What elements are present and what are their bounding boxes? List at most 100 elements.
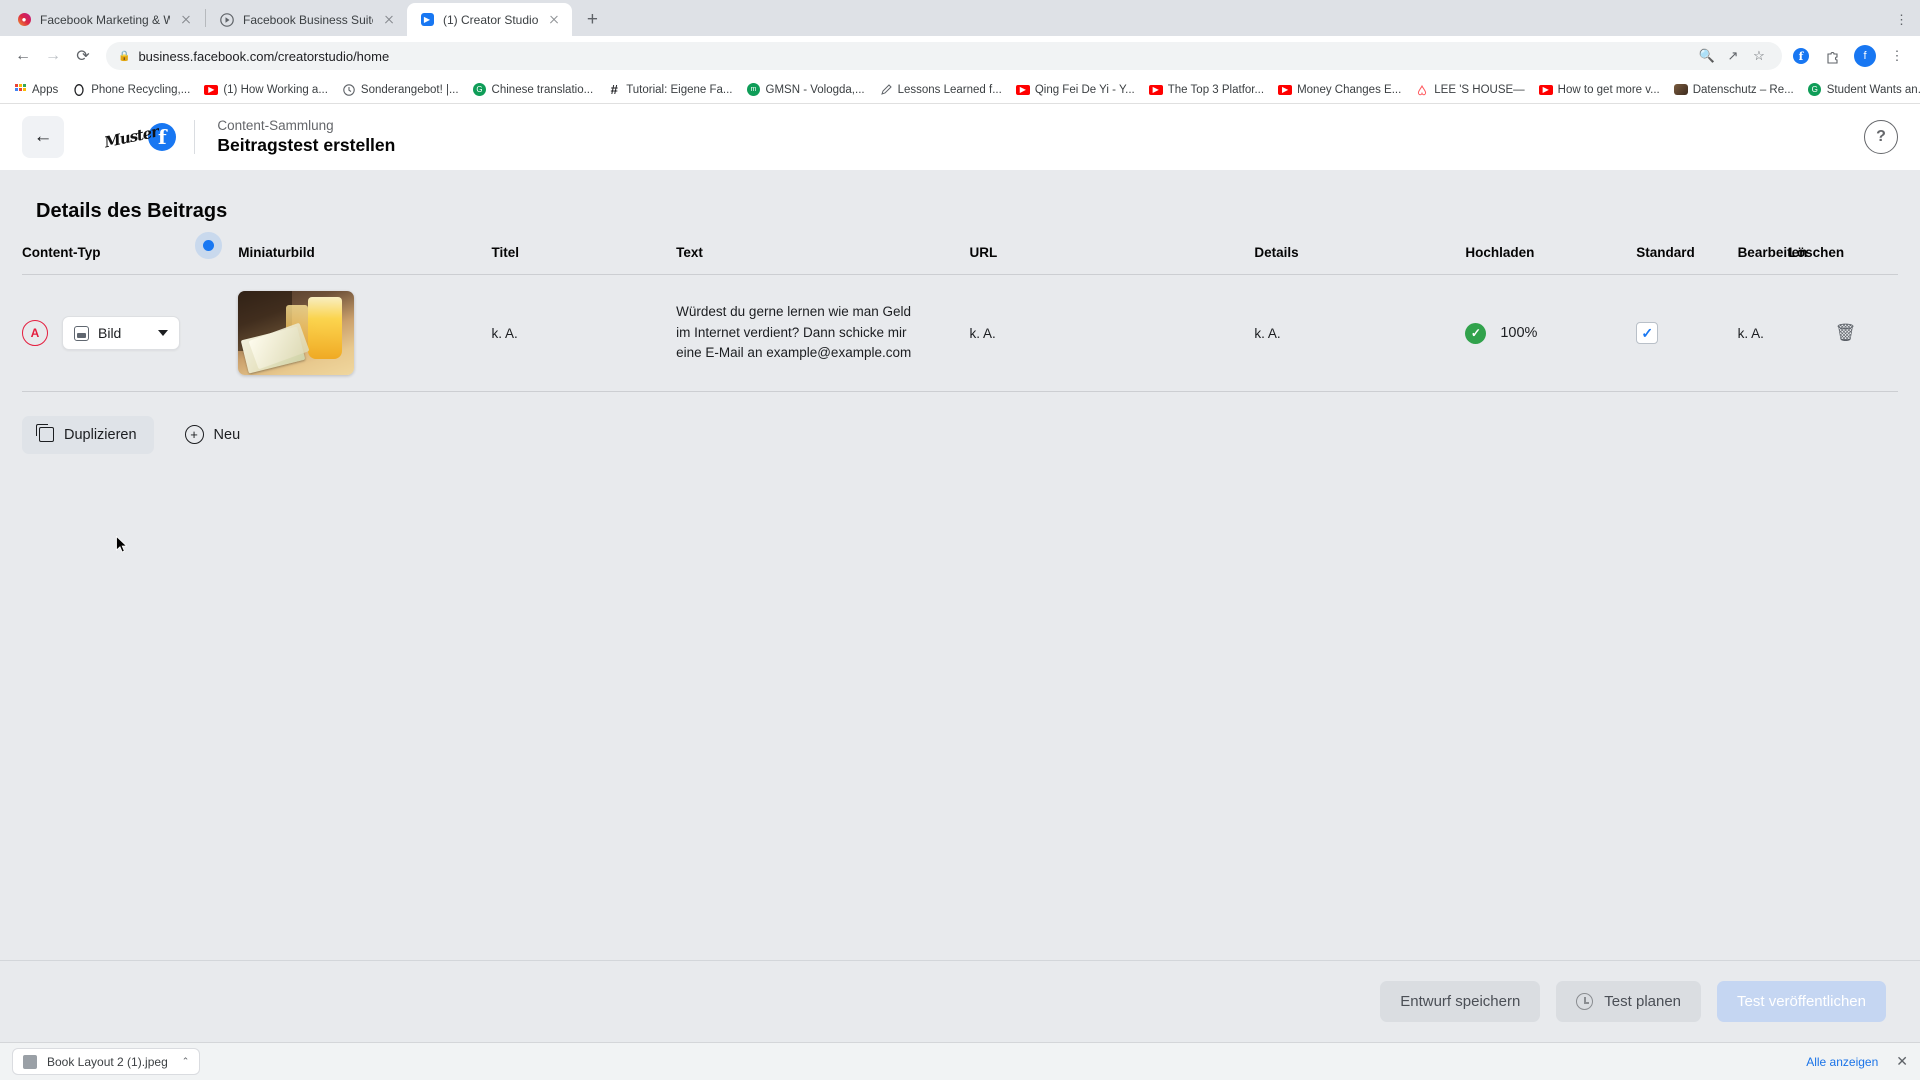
browser-tab-title: Facebook Business Suite (243, 12, 373, 27)
column-header-standard[interactable]: Standard (1636, 245, 1737, 275)
duplizieren-button[interactable]: Duplizieren (22, 415, 154, 454)
facebook-extension-icon[interactable]: f (1790, 45, 1812, 67)
cell-titel: k. A. (491, 325, 518, 341)
download-file-name: Book Layout 2 (1).jpeg (47, 1054, 168, 1069)
close-icon[interactable]: ✕ (1896, 1053, 1908, 1070)
test-planen-button[interactable]: Test planen (1556, 981, 1702, 1022)
browser-tab-3[interactable]: ▶ (1) Creator Studio (407, 3, 573, 36)
duplizieren-label: Duplizieren (64, 426, 137, 443)
url-text: business.facebook.com/creatorstudio/home (138, 48, 390, 64)
cell-miniaturbild (238, 275, 491, 392)
close-icon[interactable] (178, 12, 194, 28)
star-icon[interactable]: ☆ (1748, 45, 1770, 67)
column-resize-indicator[interactable] (203, 240, 214, 251)
bookmark-item[interactable]: Datenschutz – Re... (1667, 80, 1801, 100)
back-icon[interactable]: ← (8, 41, 38, 71)
bookmark-item[interactable]: LEE 'S HOUSE— (1408, 80, 1531, 100)
zoom-icon[interactable]: 🔍 (1696, 45, 1718, 67)
upload-status: ✓ 100% (1465, 322, 1636, 344)
chevron-up-icon[interactable]: ⌃ (182, 1056, 190, 1067)
column-header-details[interactable]: Details (1254, 245, 1465, 275)
bookmarks-bar: Apps Phone Recycling,... ▶ (1) How Worki… (0, 76, 1920, 104)
lock-icon: 🔒 (118, 50, 131, 62)
thumbnail-image[interactable] (238, 291, 355, 375)
chrome-profile-avatar[interactable]: f (1854, 45, 1876, 67)
cell-hochladen: ✓ 100% (1465, 275, 1636, 392)
column-header-text[interactable]: Text (676, 245, 969, 275)
browser-tab-1[interactable]: ● Facebook Marketing & Werbea (4, 3, 204, 36)
bookmark-label: Apps (32, 83, 59, 96)
bookmark-label: Sonderangebot! |... (360, 83, 459, 96)
bookmark-item[interactable]: ▶ How to get more v... (1532, 80, 1667, 100)
business-suite-icon (219, 12, 235, 28)
bookmark-item[interactable]: Sonderangebot! |... (335, 80, 466, 100)
content-type-select[interactable]: Bild (62, 316, 180, 350)
address-bar[interactable]: 🔒 business.facebook.com/creatorstudio/ho… (106, 42, 1782, 70)
bookmark-item[interactable]: Phone Recycling,... (65, 80, 197, 100)
column-header-hochladen[interactable]: Hochladen (1465, 245, 1636, 275)
test-planen-label: Test planen (1604, 993, 1682, 1010)
bookmark-item[interactable]: Lessons Learned f... (872, 80, 1009, 100)
content-type-cell: A Bild (22, 316, 238, 350)
bookmark-item[interactable]: ▶ The Top 3 Platfor... (1142, 80, 1271, 100)
reload-icon[interactable]: ⟳ (68, 41, 98, 71)
close-icon[interactable] (546, 12, 562, 28)
browser-toolbar: ← → ⟳ 🔒 business.facebook.com/creatorstu… (0, 36, 1920, 76)
page-title: Beitragstest erstellen (217, 135, 396, 155)
image-file-icon (23, 1054, 37, 1069)
bookmark-item[interactable]: G Chinese translatio... (466, 80, 601, 100)
bookmark-item[interactable]: ▶ (1) How Working a... (197, 80, 335, 100)
youtube-icon: ▶ (1538, 83, 1553, 97)
omnibox-actions: 🔍 ↗ ☆ (1696, 45, 1770, 67)
youtube-icon: ▶ (1148, 83, 1163, 97)
hash-icon: # (610, 82, 618, 97)
app-header: ← Muster f Content-Sammlung Beitragstest… (0, 104, 1920, 170)
cell-bearbeiten[interactable]: k. A. (1738, 275, 1835, 392)
share-icon[interactable]: ↗ (1722, 45, 1744, 67)
cell-text: Würdest du gerne lernen wie man Geld im … (676, 275, 969, 392)
trash-icon[interactable]: 🗑 (1835, 323, 1857, 342)
browser-tab-2[interactable]: Facebook Business Suite (207, 3, 407, 36)
chrome-menu-icon[interactable]: ⋮ (1886, 45, 1908, 67)
neu-label: Neu (213, 426, 241, 443)
column-header-miniaturbild[interactable]: Miniaturbild (238, 245, 491, 275)
download-item[interactable]: Book Layout 2 (1).jpeg ⌃ (12, 1048, 201, 1075)
breadcrumb: Content-Sammlung (217, 118, 334, 133)
bookmark-label: LEE 'S HOUSE— (1434, 83, 1525, 96)
entwurf-speichern-button[interactable]: Entwurf speichern (1380, 981, 1541, 1022)
column-header-loeschen[interactable]: Löschen (1789, 245, 1852, 275)
gmsn-icon: m (747, 83, 761, 97)
help-icon[interactable]: ? (1864, 120, 1898, 154)
new-tab-button[interactable]: + (578, 5, 606, 33)
bookmark-label: Phone Recycling,... (91, 83, 191, 96)
upload-percent: 100% (1500, 325, 1538, 341)
mouse-cursor (116, 536, 128, 553)
bookmark-item[interactable]: # Tutorial: Eigene Fa... (600, 80, 739, 100)
instagram-icon: ● (16, 12, 32, 28)
standard-checkbox[interactable]: ✓ (1636, 322, 1659, 344)
bookmark-item[interactable]: m GMSN - Vologda,... (740, 80, 872, 100)
column-header-url[interactable]: URL (969, 245, 1254, 275)
test-veroeffentlichen-button[interactable]: Test veröffentlichen (1717, 981, 1886, 1022)
back-arrow-icon[interactable]: ← (22, 116, 64, 158)
puzzle-extension-icon[interactable] (1822, 45, 1844, 67)
translate-icon: G (1808, 83, 1822, 97)
download-shelf-actions: Alle anzeigen ✕ (1806, 1053, 1908, 1070)
close-icon[interactable] (381, 12, 397, 28)
bookmark-item[interactable]: ▶ Money Changes E... (1271, 80, 1408, 100)
cell-details: k. A. (1254, 325, 1281, 341)
forward-icon[interactable]: → (38, 41, 68, 71)
column-header-titel[interactable]: Titel (492, 245, 677, 275)
bookmark-item[interactable]: ▶ Qing Fei De Yi - Y... (1009, 80, 1142, 100)
main-content: Details des Beitrags Content-Typ Miniatu… (0, 170, 1920, 960)
bookmark-item[interactable]: Apps (6, 80, 65, 100)
browser-menu-icon[interactable]: ⋮ (1895, 12, 1908, 28)
bookmark-label: Qing Fei De Yi - Y... (1034, 83, 1135, 96)
image-icon (1673, 83, 1688, 97)
bookmark-item[interactable]: G Student Wants an... (1801, 80, 1920, 100)
clock-icon (1576, 993, 1594, 1010)
show-all-downloads-link[interactable]: Alle anzeigen (1806, 1055, 1878, 1069)
browser-tab-title: Facebook Marketing & Werbea (40, 12, 170, 27)
neu-button[interactable]: + Neu (168, 414, 258, 455)
table-row: A Bild k. A. Würdest du gerne lernen wie… (22, 275, 1898, 392)
